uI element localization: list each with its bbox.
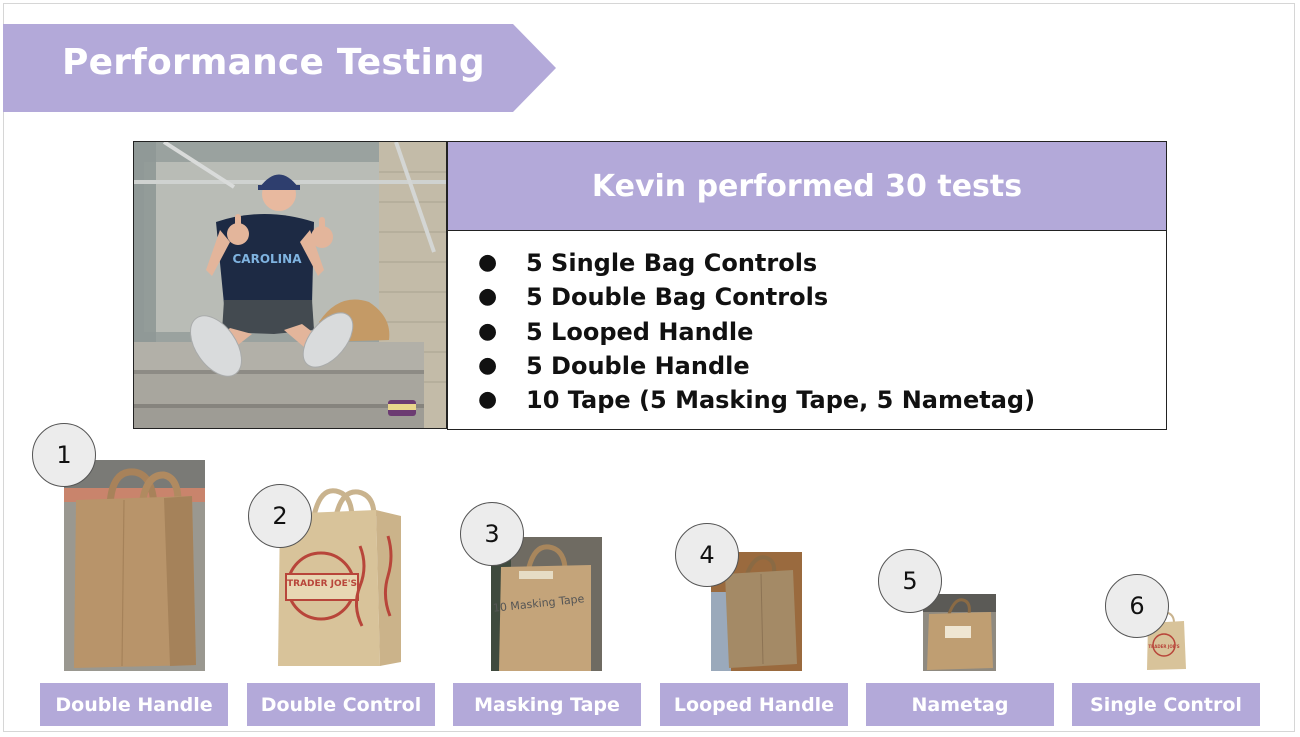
summary-title: Kevin performed 30 tests <box>591 168 1023 204</box>
summary-header: Kevin performed 30 tests <box>448 142 1166 231</box>
list-item: ● 10 Tape (5 Masking Tape, 5 Nametag) <box>478 383 1166 417</box>
bag-label-3: Masking Tape <box>453 683 641 726</box>
list-item-text: 5 Looped Handle <box>526 317 754 346</box>
summary-box: Kevin performed 30 tests ● 5 Single Bag C… <box>447 141 1167 430</box>
list-item-text: 5 Double Handle <box>526 351 750 380</box>
list-item: ● 5 Looped Handle <box>478 315 1166 349</box>
bag-number-1: 1 <box>32 423 96 487</box>
slide-title: Performance Testing <box>62 42 485 83</box>
list-item-text: 5 Single Bag Controls <box>526 249 818 277</box>
bullet-icon: ● <box>478 352 498 378</box>
hero-photo: CAROLINA <box>133 141 447 429</box>
bullet-icon: ● <box>478 250 498 275</box>
bullet-icon: ● <box>478 387 498 413</box>
bag-number-6: 6 <box>1105 574 1169 638</box>
bag-label-1: Double Handle <box>40 683 228 726</box>
list-item: ● 5 Double Bag Controls <box>478 280 1166 314</box>
bag-print-text: TRADER JOE'S <box>287 579 357 589</box>
list-item: ● 5 Single Bag Controls <box>478 246 1166 280</box>
bag-number-3: 3 <box>460 502 524 566</box>
bag-number-5: 5 <box>878 549 942 613</box>
bag-photo-1 <box>64 460 205 671</box>
shirt-text: CAROLINA <box>233 252 303 266</box>
summary-list: ● 5 Single Bag Controls ● 5 Double Bag Con… <box>448 231 1166 417</box>
list-item-text: 5 Double Bag Controls <box>526 283 829 312</box>
list-item: ● 5 Double Handle <box>478 349 1166 383</box>
bag-number-4: 4 <box>675 523 739 587</box>
bag-number-2: 2 <box>248 484 312 548</box>
bullet-icon: ● <box>478 318 498 344</box>
list-item-text: 10 Tape (5 Masking Tape, 5 Nametag) <box>526 386 1036 415</box>
bag-photo-5 <box>923 594 996 671</box>
bag-print-text-small: TRADER JOE'S <box>1148 644 1179 649</box>
bullet-icon: ● <box>478 284 498 310</box>
bag-label-6: Single Control <box>1072 683 1260 726</box>
bag-label-4: Looped Handle <box>660 683 848 726</box>
bag-label-5: Nametag <box>866 683 1054 726</box>
bag-label-2: Double Control <box>247 683 435 726</box>
